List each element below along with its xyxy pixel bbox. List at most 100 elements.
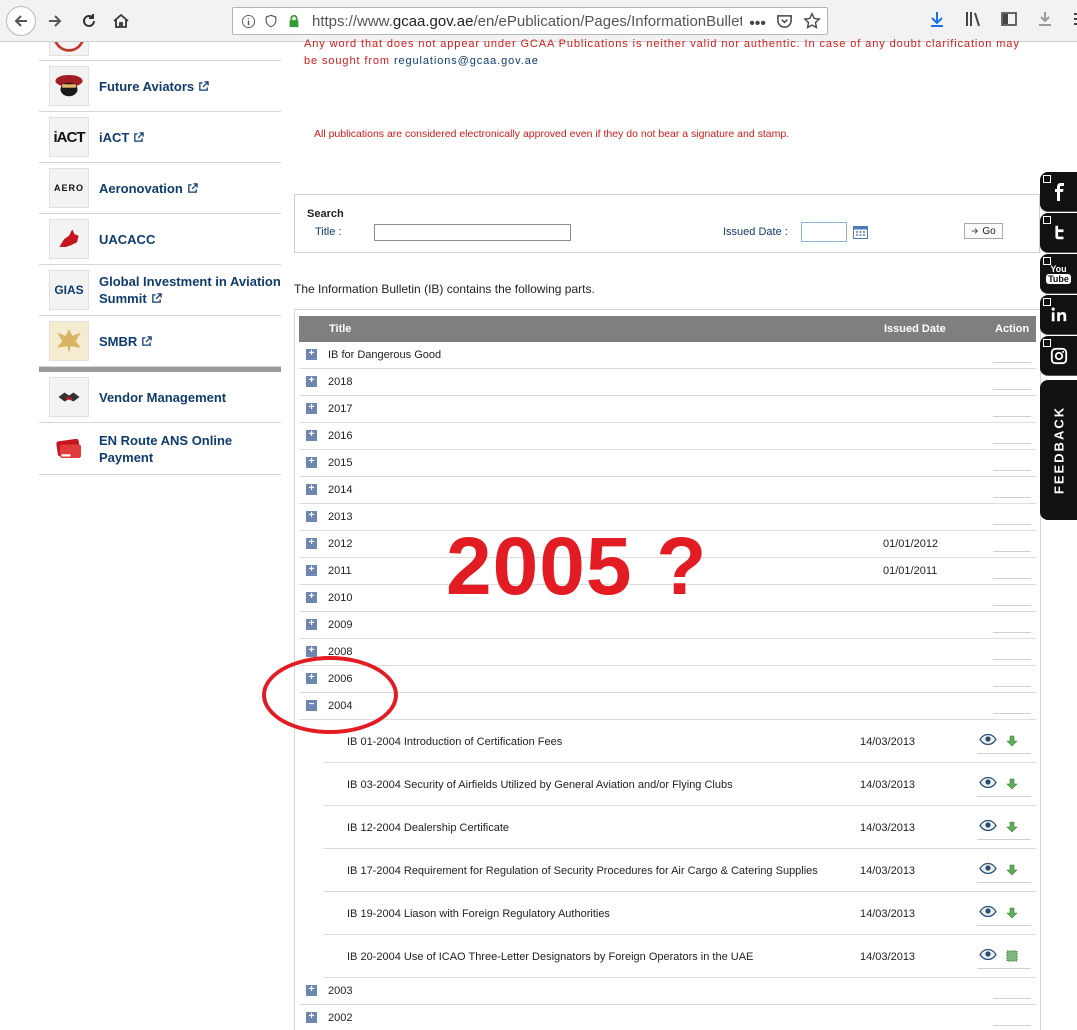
year-label[interactable]: 2018 [328, 376, 352, 388]
tracking-shield-icon[interactable] [263, 13, 279, 29]
year-label[interactable]: 2017 [328, 403, 352, 415]
expand-icon[interactable]: + [306, 349, 317, 360]
sidebar-item-en-route-payment[interactable]: EN Route ANS Online Payment [39, 423, 281, 475]
save-to-disk-icon[interactable] [1036, 10, 1054, 33]
sidebar-item-partial[interactable] [39, 42, 281, 61]
year-label[interactable]: 2015 [328, 457, 352, 469]
action-cell [993, 416, 1031, 417]
search-heading: Search [307, 208, 344, 220]
year-label[interactable]: 2014 [328, 484, 352, 496]
expand-icon[interactable]: + [306, 646, 317, 657]
instagram-link[interactable] [1040, 336, 1077, 376]
year-row[interactable]: + IB for Dangerous Good [299, 342, 1036, 369]
sidebar-item-aeronovation[interactable]: AERO Aeronovation [39, 163, 281, 214]
pocket-icon[interactable] [776, 13, 793, 35]
library-icon[interactable] [964, 10, 982, 33]
document-title[interactable]: IB 01-2004 Introduction of Certification… [347, 736, 562, 748]
downloads-icon[interactable] [928, 10, 946, 33]
expand-icon[interactable]: + [306, 484, 317, 495]
download-arrow-icon[interactable] [1006, 864, 1018, 876]
youtube-link[interactable]: You Tube [1040, 254, 1077, 294]
forward-button[interactable] [40, 6, 70, 36]
external-link-icon [142, 335, 153, 346]
document-title[interactable]: IB 12-2004 Dealership Certificate [347, 822, 509, 834]
year-label[interactable]: 2009 [328, 619, 352, 631]
sidebar-item-vendor-management[interactable]: Vendor Management [39, 372, 281, 423]
expand-icon[interactable]: + [306, 619, 317, 630]
expand-icon[interactable]: + [306, 403, 317, 414]
view-eye-icon[interactable] [979, 949, 997, 960]
year-row[interactable]: +2006 [299, 666, 1036, 693]
expand-icon[interactable]: + [306, 376, 317, 387]
expand-icon[interactable]: + [306, 511, 317, 522]
back-button[interactable] [6, 6, 36, 36]
year-row[interactable]: +2018 [299, 369, 1036, 396]
facebook-link[interactable] [1040, 172, 1077, 212]
year-row[interactable]: +2009 [299, 612, 1036, 639]
email-link[interactable]: regulations@gcaa.gov.ae [394, 55, 539, 67]
bookmark-star-icon[interactable] [803, 12, 821, 35]
calendar-icon[interactable] [853, 225, 868, 239]
sidebar-item-iact[interactable]: iACT iACT [39, 112, 281, 163]
sidebar-item-future-aviators[interactable]: Future Aviators [39, 61, 281, 112]
document-title[interactable]: IB 20-2004 Use of ICAO Three-Letter Desi… [347, 951, 753, 963]
year-row[interactable]: −2004 [299, 693, 1036, 720]
sidebar-item-uacacc[interactable]: UACACC [39, 214, 281, 265]
view-eye-icon[interactable] [979, 863, 997, 874]
year-label[interactable]: 2012 [328, 538, 352, 550]
menu-icon[interactable] [1072, 10, 1077, 33]
year-row[interactable]: +2015 [299, 450, 1036, 477]
expand-icon[interactable]: + [306, 430, 317, 441]
go-button[interactable]: Go [964, 223, 1003, 239]
home-icon [113, 13, 129, 28]
year-label[interactable]: 2016 [328, 430, 352, 442]
expand-icon[interactable]: + [306, 565, 317, 576]
document-title[interactable]: IB 19-2004 Liason with Foreign Regulator… [347, 908, 610, 920]
year-label[interactable]: IB for Dangerous Good [328, 349, 441, 361]
sidebar-item-smbr[interactable]: SMBR [39, 316, 281, 367]
expand-icon[interactable]: + [306, 1012, 317, 1023]
sidebar-toggle-icon[interactable] [1000, 10, 1018, 33]
sidebar-item-gias[interactable]: GIAS Global Investment in Aviation Summi… [39, 265, 281, 316]
year-label[interactable]: 2011 [328, 565, 352, 577]
reload-button[interactable] [74, 6, 104, 36]
download-arrow-icon[interactable] [1006, 907, 1018, 919]
year-label[interactable]: 2013 [328, 511, 352, 523]
issued-date-input[interactable] [801, 222, 847, 242]
view-eye-icon[interactable] [979, 820, 997, 831]
year-row[interactable]: +2016 [299, 423, 1036, 450]
document-title[interactable]: IB 03-2004 Security of Airfields Utilize… [347, 779, 733, 791]
year-label[interactable]: 2010 [328, 592, 352, 604]
view-eye-icon[interactable] [979, 906, 997, 917]
year-row[interactable]: +2008 [299, 639, 1036, 666]
feedback-tab[interactable]: FEEDBACK [1040, 380, 1077, 520]
download-arrow-icon[interactable] [1006, 821, 1018, 833]
download-icon[interactable] [1006, 950, 1018, 962]
expand-icon[interactable]: + [306, 985, 317, 996]
page-actions-button[interactable]: ••• [749, 15, 766, 33]
download-arrow-icon[interactable] [1006, 735, 1018, 747]
address-bar[interactable]: https://www.gcaa.gov.ae/en/ePublication/… [232, 7, 828, 35]
view-eye-icon[interactable] [979, 734, 997, 745]
year-label[interactable]: 2002 [328, 1012, 352, 1024]
expand-icon[interactable]: + [306, 538, 317, 549]
linkedin-link[interactable] [1040, 295, 1077, 335]
twitter-link[interactable] [1040, 213, 1077, 253]
year-row[interactable]: +2003 [299, 978, 1036, 1005]
lock-icon [286, 13, 302, 29]
expand-icon[interactable]: + [306, 457, 317, 468]
year-row[interactable]: +2002 [299, 1005, 1036, 1030]
year-label[interactable]: 2003 [328, 985, 352, 997]
document-title[interactable]: IB 17-2004 Requirement for Regulation of… [347, 865, 818, 877]
download-arrow-icon[interactable] [1006, 778, 1018, 790]
home-button[interactable] [106, 6, 136, 36]
year-row[interactable]: +2014 [299, 477, 1036, 504]
view-eye-icon[interactable] [979, 777, 997, 788]
expand-icon[interactable]: + [306, 592, 317, 603]
external-link-icon [187, 182, 198, 193]
year-row[interactable]: +2017 [299, 396, 1036, 423]
info-icon[interactable] [240, 13, 256, 29]
title-search-input[interactable] [374, 224, 571, 241]
arrow-right-icon [49, 15, 62, 27]
action-cell [993, 998, 1031, 999]
